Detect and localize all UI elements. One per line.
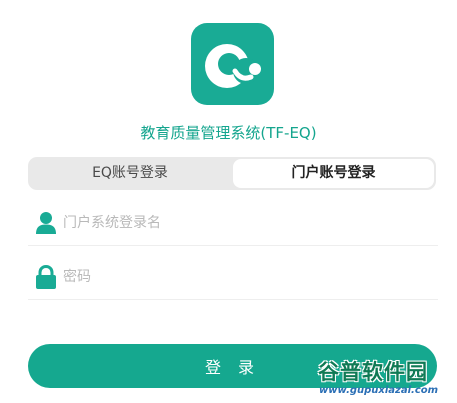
username-field <box>28 201 438 246</box>
password-field <box>28 255 438 300</box>
login-page: 教育质量管理系统(TF-EQ) EQ账号登录 门户账号登录 登 录 谷普软件园 … <box>0 0 457 403</box>
tab-eq-account[interactable]: EQ账号登录 <box>28 157 232 190</box>
app-title: 教育质量管理系统(TF-EQ) <box>140 124 317 142</box>
password-input[interactable] <box>63 264 423 290</box>
username-input[interactable] <box>63 210 423 236</box>
tab-portal-account[interactable]: 门户账号登录 <box>233 159 434 188</box>
login-button[interactable]: 登 录 <box>28 344 437 388</box>
q-logo-icon <box>205 44 261 88</box>
login-method-tabs: EQ账号登录 门户账号登录 <box>28 157 436 190</box>
user-icon <box>35 211 57 235</box>
lock-icon <box>35 264 57 289</box>
app-logo <box>191 23 274 105</box>
